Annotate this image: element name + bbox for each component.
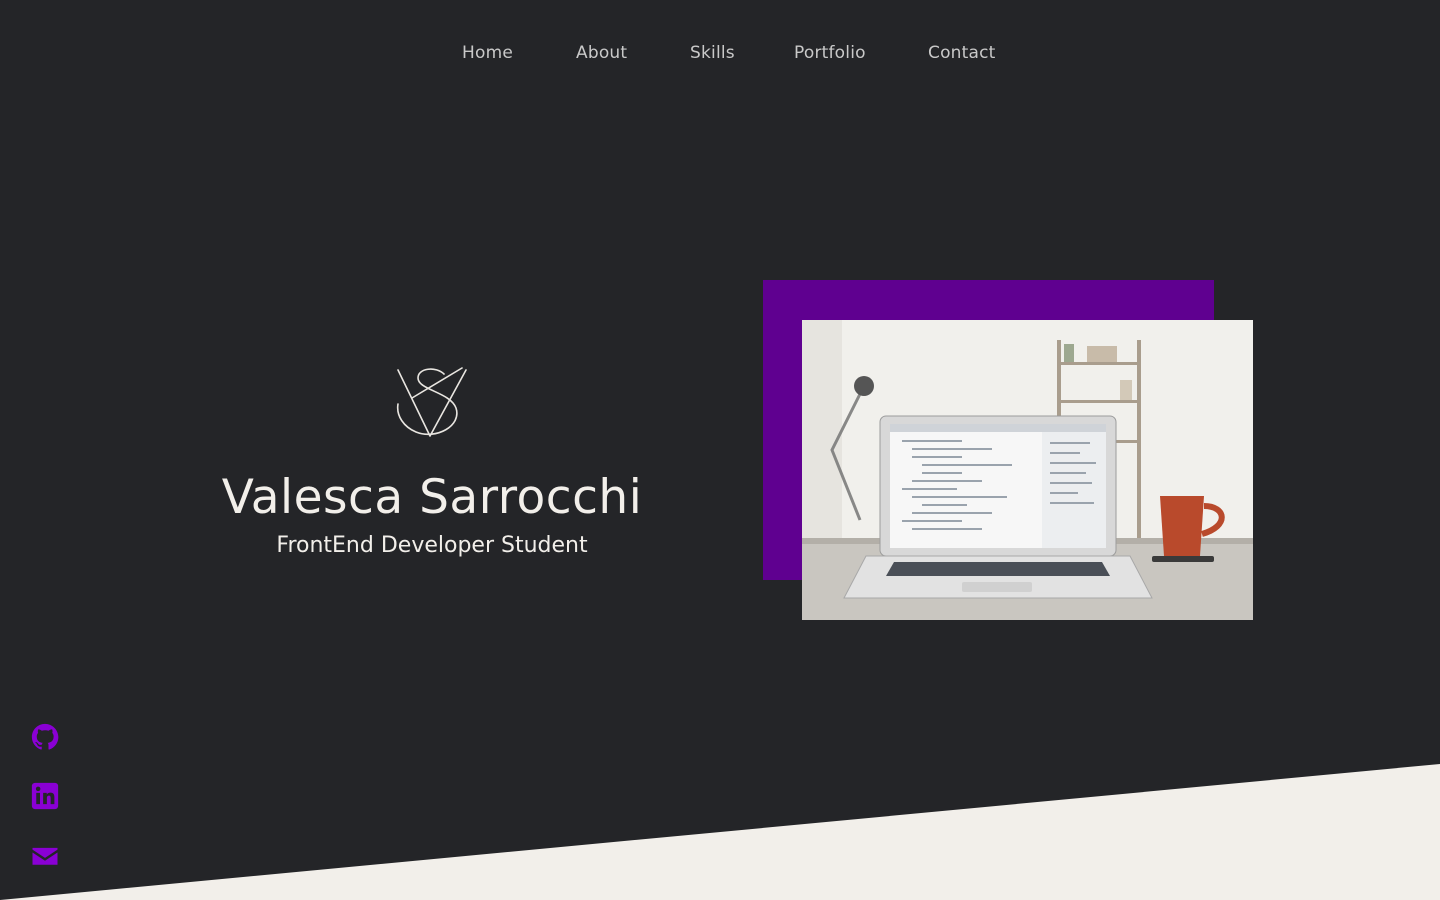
hero-role: FrontEnd Developer Student [276, 533, 588, 558]
page: Home About Skills Portfolio Contact Vale… [0, 0, 1440, 900]
github-link[interactable] [30, 722, 60, 752]
laptop-desk-photo [802, 320, 1253, 620]
email-link[interactable] [30, 841, 60, 871]
vs-monogram-icon [394, 364, 470, 440]
nav-home-link[interactable]: Home [462, 43, 513, 63]
hero-name: Valesca Sarrocchi [221, 470, 643, 525]
envelope-icon [32, 847, 58, 865]
linkedin-icon [31, 782, 59, 810]
nav-contact-link[interactable]: Contact [928, 43, 996, 63]
nav-portfolio-link[interactable]: Portfolio [794, 43, 866, 63]
github-icon [31, 723, 59, 750]
linkedin-link[interactable] [30, 781, 60, 811]
top-nav: Home About Skills Portfolio Contact [0, 0, 1440, 106]
nav-skills-link[interactable]: Skills [690, 43, 735, 63]
nav-about-link[interactable]: About [576, 43, 627, 63]
